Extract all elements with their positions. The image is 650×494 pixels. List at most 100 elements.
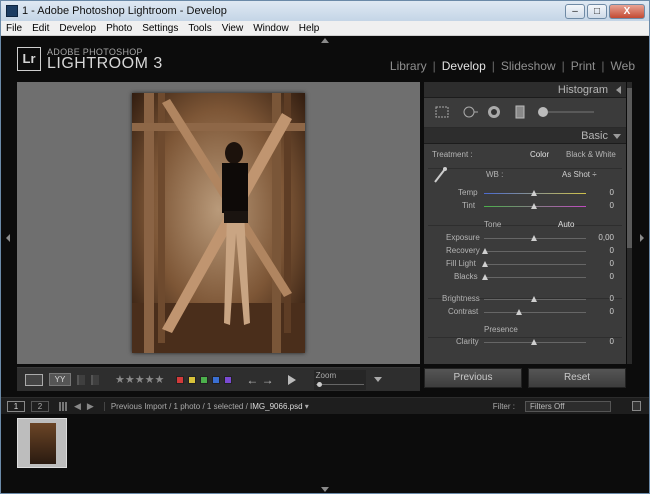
recovery-value[interactable]: 0	[610, 246, 614, 255]
menu-help[interactable]: Help	[294, 23, 325, 34]
exposure-slider-knob[interactable]	[531, 235, 537, 241]
prev-next-arrows[interactable]: ← →	[246, 373, 273, 387]
collapse-top-panel-icon[interactable]	[321, 38, 329, 43]
module-library[interactable]: Library	[384, 59, 433, 73]
filter-lock-icon[interactable]	[632, 401, 641, 411]
right-panel-scrollbar[interactable]	[627, 82, 632, 364]
minimize-button[interactable]: –	[565, 3, 585, 19]
contrast-value[interactable]: 0	[610, 307, 614, 316]
toolbar-menu-chevron-icon[interactable]	[373, 377, 382, 382]
close-button[interactable]: X	[609, 3, 645, 19]
tint-value[interactable]: 0	[610, 201, 614, 210]
secondary-window-2-button[interactable]: 2	[31, 400, 49, 412]
color-label-green[interactable]	[200, 375, 209, 384]
app-icon	[6, 5, 18, 17]
histogram-header[interactable]: Histogram	[424, 82, 626, 98]
toolbar: YY ★★★★★ ← → Zoom	[17, 367, 420, 391]
filmstrip-breadcrumb[interactable]: Previous Import / 1 photo / 1 selected /…	[103, 401, 309, 411]
tone-auto-button[interactable]: Auto	[558, 220, 574, 229]
star-rating[interactable]: ★★★★★	[115, 373, 164, 386]
menu-file[interactable]: File	[1, 23, 27, 34]
collapse-histogram-icon[interactable]	[616, 86, 621, 94]
collapse-right-panel-icon[interactable]	[640, 234, 644, 242]
module-web[interactable]: Web	[605, 59, 641, 73]
menu-settings[interactable]: Settings	[137, 23, 183, 34]
spot-removal-icon[interactable]	[462, 105, 478, 119]
color-label-blue[interactable]	[212, 375, 221, 384]
eyedropper-icon[interactable]	[432, 166, 448, 184]
filter-select[interactable]: Filters Off	[525, 401, 611, 412]
color-label-red[interactable]	[176, 375, 185, 384]
treatment-bw-button[interactable]: Black & White	[566, 150, 616, 159]
recovery-slider-knob[interactable]	[482, 248, 488, 254]
blacks-slider-knob[interactable]	[482, 274, 488, 280]
wb-select[interactable]: As Shot ÷	[562, 170, 597, 179]
crop-icon[interactable]	[434, 105, 450, 119]
filter-control: Filter : Filters Off	[493, 401, 611, 412]
reject-flag-icon[interactable]	[91, 374, 99, 385]
pick-flag-icon[interactable]	[77, 374, 85, 385]
module-develop[interactable]: Develop	[436, 59, 492, 73]
temp-value[interactable]: 0	[610, 188, 614, 197]
zoom-slider-knob[interactable]	[316, 381, 322, 387]
basic-header[interactable]: Basic	[424, 128, 626, 144]
menu-window[interactable]: Window	[248, 23, 294, 34]
back-arrow-icon[interactable]: ◀	[74, 401, 81, 412]
photo-preview[interactable]	[132, 93, 305, 353]
tone-label: Tone	[484, 220, 502, 229]
module-print[interactable]: Print	[565, 59, 602, 73]
lr-logo: Lr	[17, 47, 41, 71]
treatment-color-button[interactable]: Color	[530, 150, 549, 159]
color-label-yellow[interactable]	[188, 375, 197, 384]
reset-button[interactable]: Reset	[528, 368, 626, 388]
filllight-slider[interactable]	[484, 264, 586, 265]
previous-button[interactable]: Previous	[424, 368, 522, 388]
brightness-value[interactable]: 0	[610, 294, 614, 303]
scrollbar-thumb[interactable]	[627, 88, 632, 248]
recovery-slider[interactable]	[484, 251, 586, 252]
grid-view-icon[interactable]	[59, 401, 68, 411]
menu-view[interactable]: View	[217, 23, 249, 34]
contrast-slider-knob[interactable]	[516, 309, 522, 315]
clarity-value[interactable]: 0	[610, 337, 614, 346]
module-slideshow[interactable]: Slideshow	[495, 59, 562, 73]
clarity-slider-knob[interactable]	[531, 339, 537, 345]
adjustment-brush-icon[interactable]	[536, 105, 596, 119]
filllight-slider-knob[interactable]	[482, 261, 488, 267]
filmstrip	[1, 414, 649, 493]
treatment-label: Treatment :	[432, 150, 473, 159]
zoom-control[interactable]: Zoom	[313, 369, 366, 390]
blacks-slider[interactable]	[484, 277, 586, 278]
tint-slider-knob[interactable]	[531, 203, 537, 209]
loupe-view-button[interactable]	[25, 373, 43, 386]
graduated-filter-icon[interactable]	[512, 105, 528, 119]
play-icon[interactable]	[287, 374, 296, 385]
red-eye-icon[interactable]	[486, 105, 502, 119]
forward-arrow-icon[interactable]: ▶	[87, 401, 94, 412]
contrast-label: Contrast	[448, 307, 479, 316]
contrast-row: Contrast 0	[424, 305, 626, 318]
collapse-basic-icon[interactable]	[613, 134, 621, 139]
filllight-value[interactable]: 0	[610, 259, 614, 268]
exposure-value[interactable]: 0,00	[598, 233, 614, 242]
blacks-value[interactable]: 0	[610, 272, 614, 281]
recovery-label: Recovery	[446, 246, 480, 255]
menu-develop[interactable]: Develop	[54, 23, 101, 34]
filmstrip-thumbnail[interactable]	[17, 418, 67, 468]
secondary-window-1-button[interactable]: 1	[7, 400, 25, 412]
menu-tools[interactable]: Tools	[183, 23, 216, 34]
maximize-button[interactable]: □	[587, 3, 607, 19]
contrast-slider[interactable]	[484, 312, 586, 313]
menu-photo[interactable]: Photo	[101, 23, 137, 34]
breadcrumb-chevron-icon[interactable]: ▾	[305, 402, 309, 411]
presence-row: Presence	[424, 318, 626, 335]
brightness-slider-knob[interactable]	[531, 296, 537, 302]
before-after-button[interactable]: YY	[49, 373, 71, 386]
menu-edit[interactable]: Edit	[27, 23, 54, 34]
tone-row: Tone Auto	[424, 212, 626, 231]
color-label-purple[interactable]	[224, 375, 233, 384]
exposure-row: Exposure 0,00	[424, 231, 626, 244]
temp-slider-knob[interactable]	[531, 190, 537, 196]
collapse-left-panel-icon[interactable]	[6, 234, 10, 242]
collapse-filmstrip-icon[interactable]	[321, 487, 329, 492]
